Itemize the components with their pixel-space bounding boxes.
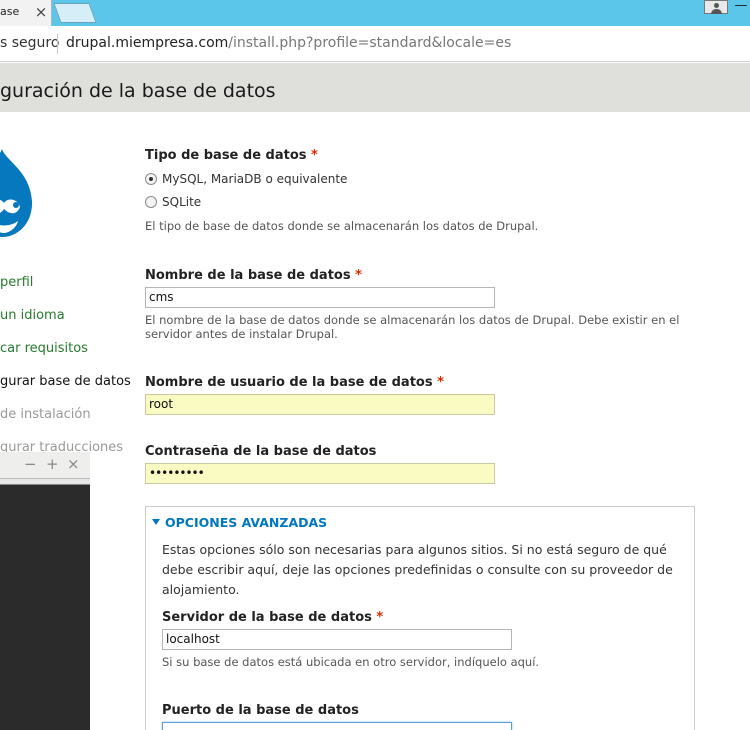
required-mark: * [311, 148, 318, 163]
db-type-label: Tipo de base de datos * [145, 148, 318, 163]
db-user-label: Nombre de usuario de la base de datos * [145, 375, 444, 390]
required-mark: * [355, 268, 362, 283]
db-password-label: Contraseña de la base de datos [145, 444, 377, 459]
overlay-window-titlebar[interactable]: − + × [0, 452, 90, 479]
page-header: guración de la base de datos [0, 63, 750, 112]
address-bar[interactable]: s seguro drupal.miempresa.com/install.ph… [0, 26, 750, 62]
db-port-label: Puerto de la base de datos [162, 703, 359, 718]
db-name-label: Nombre de la base de datos * [145, 268, 362, 283]
step-install: de instalación [0, 407, 91, 422]
security-indicator[interactable]: s seguro [0, 35, 59, 51]
page-title: guración de la base de datos [0, 80, 276, 102]
required-mark: * [437, 375, 444, 390]
required-mark: * [376, 610, 384, 625]
tab-title: ase [0, 5, 20, 18]
advanced-options-fieldset: OPCIONES AVANZADAS Estas opciones sólo s… [145, 506, 695, 730]
step-requirements: car requisitos [0, 341, 88, 356]
drupal-logo-icon [0, 149, 33, 237]
maximize-icon[interactable]: + [46, 455, 59, 473]
db-name-description-1: El nombre de la base de datos donde se a… [145, 313, 680, 327]
step-profile: perfil [0, 275, 34, 290]
db-host-label: Servidor de la base de datos * [162, 610, 384, 625]
step-language: un idioma [0, 308, 65, 323]
new-tab-button[interactable] [53, 3, 97, 23]
window-minimize-button[interactable]: — [732, 0, 750, 14]
db-user-input[interactable]: root [145, 394, 495, 415]
radio-sqlite-label[interactable]: SQLite [162, 195, 201, 209]
radio-button[interactable] [145, 196, 157, 208]
address-separator [57, 34, 58, 54]
address-url[interactable]: drupal.miempresa.com/install.php?profile… [66, 35, 511, 51]
collapse-arrow-icon [152, 519, 160, 525]
db-name-description-2: servidor antes de instalar Drupal. [145, 327, 338, 341]
step-database: gurar base de datos [0, 374, 131, 389]
radio-mysql-label[interactable]: MySQL, MariaDB o equivalente [162, 172, 347, 186]
db-host-description: Si su base de datos está ubicada en otro… [162, 655, 540, 669]
overlay-window-content[interactable] [0, 485, 90, 730]
radio-button-checked[interactable] [145, 173, 157, 185]
url-host: drupal.miempresa.com [66, 35, 229, 51]
close-icon[interactable]: × [67, 455, 80, 473]
db-password-input[interactable]: ••••••••• [145, 463, 495, 484]
db-port-input[interactable] [162, 722, 512, 730]
tab-close-icon[interactable]: × [32, 0, 50, 24]
advanced-options-intro: Estas opciones sólo son necesarias para … [162, 542, 673, 597]
db-name-input[interactable]: cms [145, 287, 495, 308]
browser-tab-bar: ase × — [0, 0, 750, 26]
browser-window: { "browser": { "active_tab_label": "ase"… [0, 0, 750, 730]
minimize-icon[interactable]: − [24, 455, 37, 473]
user-profile-icon[interactable] [704, 0, 728, 14]
browser-tab-active[interactable]: ase × [0, 0, 52, 26]
advanced-options-toggle[interactable]: OPCIONES AVANZADAS [152, 515, 327, 530]
db-type-description: El tipo de base de datos donde se almace… [145, 219, 539, 233]
url-path: /install.php?profile=standard&locale=es [228, 35, 512, 51]
overlay-window[interactable]: − + × [0, 452, 90, 730]
db-host-input[interactable]: localhost [162, 629, 512, 650]
